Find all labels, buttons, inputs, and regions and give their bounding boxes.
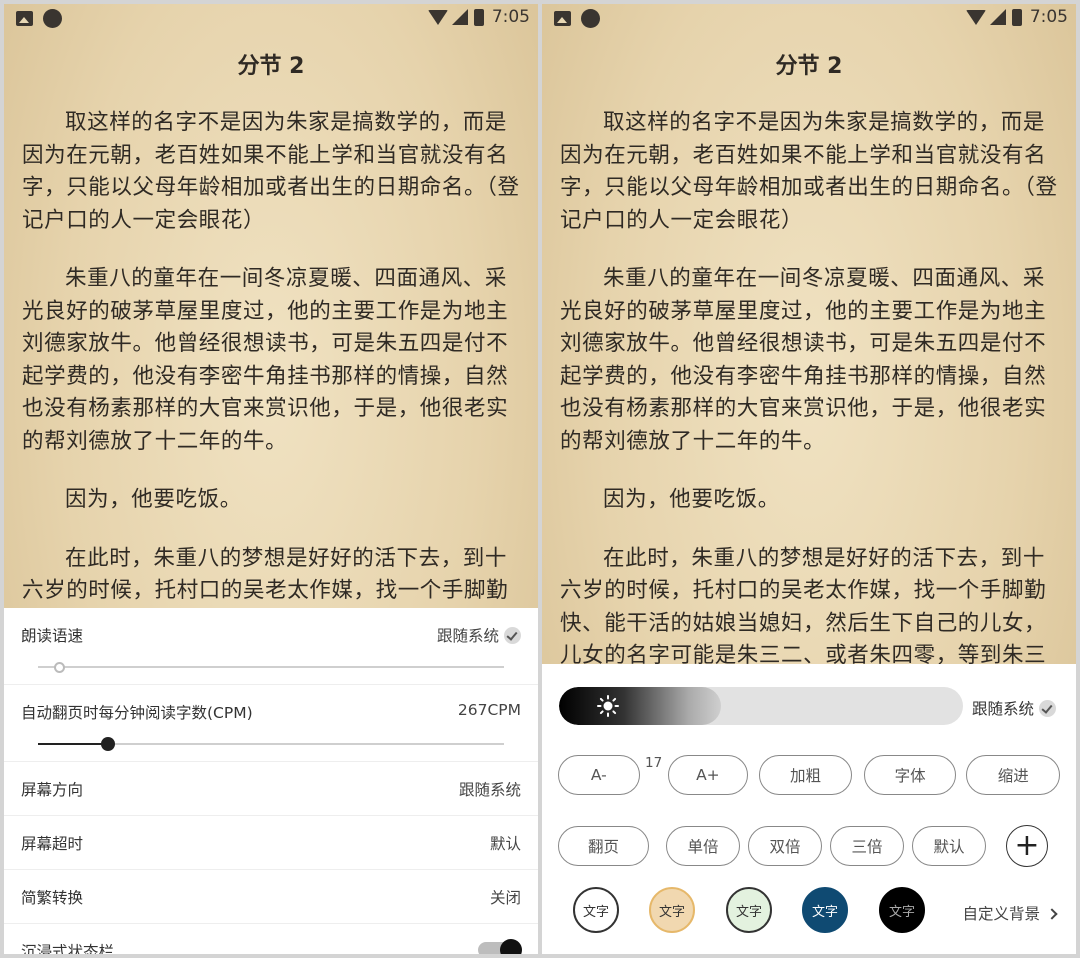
cpm-slider[interactable]	[38, 737, 504, 751]
chapter-title: 分节 2	[775, 54, 843, 79]
check-icon	[504, 627, 521, 644]
cpm-slider-handle[interactable]	[100, 737, 115, 751]
bold-button[interactable]: 加粗	[759, 755, 852, 795]
paragraph: 在此时，朱重八的梦想是好好的活下去，到十六岁的时候，托村口的吴老太作媒，找一个手…	[22, 545, 509, 604]
timeout-value: 默认	[489, 835, 521, 853]
font-button[interactable]: 字体	[863, 755, 957, 795]
chapter-content[interactable]: 取这样的名字不是因为朱家是搞数学的，而是因为在元朝，老百姓如果不能上学和当官就没…	[22, 107, 522, 634]
orientation-row[interactable]: 屏幕方向 跟随系统	[4, 762, 538, 816]
paragraph: 在此时，朱重八的梦想是好好的活下去，到十六岁的时候，托村口的吴老太作媒，找一个手…	[560, 545, 1047, 669]
brightness-slider-fill	[559, 687, 721, 725]
brightness-slider[interactable]	[559, 687, 963, 725]
orientation-label: 屏幕方向	[21, 781, 84, 799]
cpm-slider-fill	[38, 743, 108, 745]
timeout-label: 屏幕超时	[21, 835, 84, 853]
theme-black-button[interactable]: 文字	[879, 887, 925, 933]
wifi-icon	[965, 9, 986, 25]
battery-icon	[1011, 8, 1022, 26]
app-notification-icon	[43, 9, 62, 28]
chevron-right-icon	[1046, 908, 1058, 920]
style-panel: 跟随系统 A- 17 A+ 加粗 字体 缩进 翻页 单倍 双倍 三倍 默认 + …	[542, 664, 1076, 954]
signal-icon	[989, 9, 1006, 25]
reader-screen-left: 7:05 分节 2 取这样的名字不是因为朱家是搞数学的，而是因为在元朝，老百姓如…	[4, 4, 538, 954]
read-speed-value-text: 跟随系统	[436, 627, 499, 645]
status-bar: 7:05	[542, 4, 1076, 32]
custom-background-link[interactable]: 自定义背景	[962, 902, 1058, 924]
paragraph: 朱重八的童年在一间冬凉夏暖、四面通风、采光良好的破茅草屋里度过，他的主要工作是为…	[22, 266, 509, 454]
immersive-row[interactable]: 沉浸式状态栏	[4, 924, 538, 954]
immersive-toggle[interactable]	[478, 939, 522, 954]
image-notification-icon	[16, 11, 33, 26]
signal-icon	[451, 9, 468, 25]
cpm-row[interactable]: 自动翻页时每分钟阅读字数(CPM) 267CPM	[4, 685, 538, 762]
image-notification-icon	[554, 11, 571, 26]
orientation-value: 跟随系统	[458, 781, 521, 799]
page-turn-button[interactable]: 翻页	[558, 826, 649, 866]
indent-button[interactable]: 缩进	[966, 755, 1060, 795]
status-bar: 7:05	[4, 4, 538, 32]
reader-screen-right: 7:05 分节 2 取这样的名字不是因为朱家是搞数学的，而是因为在元朝，老百姓如…	[542, 4, 1076, 954]
brightness-sun-icon	[597, 695, 619, 717]
paragraph: 因为，他要吃饭。	[603, 487, 780, 512]
app-notification-icon	[581, 9, 600, 28]
read-speed-label: 朗读语速	[21, 627, 84, 645]
theme-parchment-button[interactable]: 文字	[649, 887, 695, 933]
chapter-content[interactable]: 取这样的名字不是因为朱家是搞数学的，而是因为在元朝，老百姓如果不能上学和当官就没…	[560, 107, 1060, 699]
paragraph: 取这样的名字不是因为朱家是搞数学的，而是因为在元朝，老百姓如果不能上学和当官就没…	[22, 110, 520, 233]
spacing-controls-row: 翻页 单倍 双倍 三倍 默认 +	[558, 825, 1060, 867]
paragraph: 朱重八的童年在一间冬凉夏暖、四面通风、采光良好的破茅草屋里度过，他的主要工作是为…	[560, 266, 1047, 454]
font-increase-button[interactable]: A+	[667, 755, 749, 795]
default-spacing-button[interactable]: 默认	[912, 826, 986, 866]
triple-spacing-button[interactable]: 三倍	[830, 826, 904, 866]
chapter-title: 分节 2	[237, 54, 305, 79]
font-controls-row: A- 17 A+ 加粗 字体 缩进	[558, 755, 1060, 795]
custom-background-label: 自定义背景	[962, 905, 1040, 923]
check-icon	[1039, 700, 1056, 717]
battery-icon	[473, 8, 484, 26]
read-speed-slider[interactable]	[38, 662, 504, 673]
cpm-label: 自动翻页时每分钟阅读字数(CPM)	[21, 704, 253, 722]
timeout-row[interactable]: 屏幕超时 默认	[4, 816, 538, 870]
follow-system-text: 跟随系统	[971, 700, 1034, 718]
read-speed-row[interactable]: 朗读语速 跟随系统	[4, 608, 538, 685]
font-decrease-button[interactable]: A-	[558, 755, 640, 795]
immersive-label: 沉浸式状态栏	[21, 943, 115, 954]
theme-green-button[interactable]: 文字	[726, 887, 772, 933]
theme-blue-button[interactable]: 文字	[802, 887, 848, 933]
add-spacing-button[interactable]: +	[1006, 825, 1048, 867]
font-size-value: 17	[645, 755, 663, 771]
read-speed-slider-handle[interactable]	[54, 662, 66, 673]
paragraph: 因为，他要吃饭。	[65, 487, 242, 512]
wifi-icon	[427, 9, 448, 25]
paragraph: 取这样的名字不是因为朱家是搞数学的，而是因为在元朝，老百姓如果不能上学和当官就没…	[560, 110, 1058, 233]
single-spacing-button[interactable]: 单倍	[666, 826, 740, 866]
read-speed-value[interactable]: 跟随系统	[437, 624, 521, 646]
brightness-follow-system[interactable]: 跟随系统	[972, 697, 1056, 719]
cpm-value: 267CPM	[457, 701, 521, 719]
double-spacing-button[interactable]: 双倍	[748, 826, 822, 866]
clock: 7:05	[1029, 7, 1068, 27]
theme-white-button[interactable]: 文字	[573, 887, 619, 933]
settings-panel: 朗读语速 跟随系统 自动翻页时每分钟阅读字数(CPM) 267CPM 屏幕方向 …	[4, 608, 538, 954]
conversion-value: 关闭	[489, 889, 521, 907]
clock: 7:05	[491, 7, 530, 27]
conversion-label: 简繁转换	[21, 889, 84, 907]
conversion-row[interactable]: 简繁转换 关闭	[4, 870, 538, 924]
